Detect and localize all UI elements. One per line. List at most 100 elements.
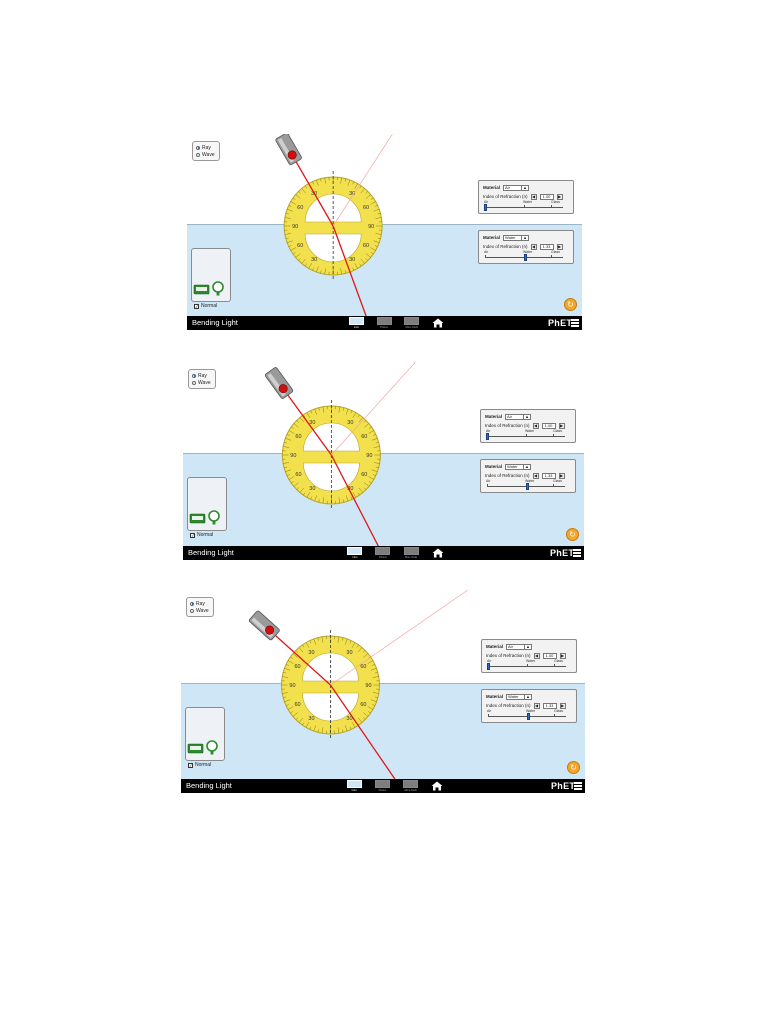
screen-label: Intro (352, 555, 358, 559)
checkbox-icon[interactable]: ✓ (194, 303, 199, 309)
material-dropdown[interactable]: Air ▲ (506, 643, 533, 650)
intensity-meter-icon[interactable] (193, 280, 231, 296)
reset-icon[interactable]: ↻ (567, 761, 580, 774)
wave-option[interactable]: Wave (192, 379, 212, 386)
material-value: Water (508, 694, 519, 699)
home-icon[interactable] (432, 548, 444, 558)
normal-checkbox[interactable]: ✓ Normal (194, 303, 217, 309)
slider-label-air: Air (484, 250, 489, 254)
decrement-button[interactable]: ◀ (530, 243, 537, 250)
ray-option[interactable]: Ray (192, 372, 212, 379)
slider-label-water: Water (526, 659, 536, 663)
wave-option[interactable]: Wave (190, 607, 210, 614)
screen-intro-button[interactable]: Intro (346, 780, 362, 792)
decrement-button[interactable]: ◀ (532, 422, 539, 429)
screen-label: More Tools (405, 325, 418, 329)
protractor-label: 60 (295, 434, 301, 440)
decrement-button[interactable]: ◀ (533, 702, 540, 709)
index-slider-thumb[interactable] (486, 433, 489, 440)
material-dropdown[interactable]: Water ▲ (506, 693, 533, 700)
increment-button[interactable]: ▶ (556, 193, 563, 200)
phet-logo[interactable]: PhET (550, 548, 574, 558)
material-dropdown[interactable]: Water ▲ (505, 463, 532, 470)
material-dropdown[interactable]: Water ▲ (503, 234, 530, 241)
intensity-meter-icon[interactable] (189, 509, 227, 525)
index-slider-thumb[interactable] (524, 254, 527, 261)
navigation-bar: Bending Light Intro Prisms More Tools Ph… (183, 546, 584, 560)
app-title: Bending Light (188, 548, 234, 557)
mode-selector: Ray Wave (186, 597, 214, 617)
normal-checkbox[interactable]: ✓ Normal (190, 532, 213, 538)
menu-icon[interactable] (571, 319, 579, 327)
decrement-button[interactable]: ◀ (530, 193, 537, 200)
index-slider-thumb[interactable] (487, 663, 490, 670)
ray-label: Ray (198, 372, 207, 379)
app-title: Bending Light (186, 781, 232, 790)
decrement-button[interactable]: ◀ (533, 652, 540, 659)
wave-label: Wave (198, 379, 211, 386)
index-slider-thumb[interactable] (527, 713, 530, 720)
toolbox (185, 707, 225, 761)
protractor-label: 30 (347, 420, 353, 426)
home-icon[interactable] (431, 781, 443, 791)
protractor-label: 60 (363, 205, 369, 211)
ray-option[interactable]: Ray (190, 600, 210, 607)
screen-prisms-button[interactable]: Prisms (376, 317, 392, 329)
decrement-button[interactable]: ◀ (532, 472, 539, 479)
increment-button[interactable]: ▶ (556, 243, 563, 250)
menu-icon[interactable] (573, 549, 581, 557)
checkbox-icon[interactable]: ✓ (188, 762, 193, 768)
intensity-meter-icon[interactable] (187, 739, 225, 755)
material-label: Material (486, 694, 504, 699)
top-medium-control: Material Air ▲ Index of Refraction (n) ◀… (478, 180, 574, 214)
screen-intro-button[interactable]: Intro (347, 547, 363, 559)
slider-tick (554, 664, 555, 667)
screen-prisms-button[interactable]: Prisms (374, 780, 390, 792)
normal-checkbox[interactable]: ✓ Normal (188, 762, 211, 768)
ray-option[interactable]: Ray (196, 144, 216, 151)
screen-thumbnail (375, 547, 391, 555)
checkbox-icon[interactable]: ✓ (190, 532, 195, 538)
laser-pointer-icon[interactable] (264, 367, 294, 399)
screen-more-tools-button[interactable]: More Tools (403, 780, 419, 792)
increment-button[interactable]: ▶ (558, 472, 565, 479)
slider-tick (485, 255, 486, 258)
toolbox (191, 248, 231, 302)
laser-pointer-icon[interactable] (248, 610, 281, 641)
material-label: Material (485, 414, 503, 419)
screen-more-tools-button[interactable]: More Tools (403, 547, 419, 559)
reset-icon[interactable]: ↻ (566, 528, 579, 541)
reset-icon[interactable]: ↻ (564, 298, 577, 311)
material-dropdown[interactable]: Air ▲ (503, 184, 530, 191)
radio-icon[interactable] (190, 601, 194, 606)
navigation-bar: Bending Light Intro Prisms More Tools Ph… (181, 779, 585, 793)
increment-button[interactable]: ▶ (559, 652, 566, 659)
increment-button[interactable]: ▶ (559, 702, 566, 709)
index-slider-thumb[interactable] (526, 483, 529, 490)
material-value: Air (508, 644, 513, 649)
wave-option[interactable]: Wave (196, 151, 216, 158)
sim-panel-2: 30 30 60 60 90 90 60 60 30 30 Ray Wave Material A… (183, 362, 584, 560)
caret-icon: ▲ (521, 185, 528, 190)
radio-icon[interactable] (192, 380, 196, 385)
protractor-label: 90 (289, 683, 295, 689)
index-slider-thumb[interactable] (484, 204, 487, 211)
radio-icon[interactable] (196, 152, 200, 157)
radio-icon[interactable] (192, 373, 196, 378)
screen-more-tools-button[interactable]: More Tools (404, 317, 420, 329)
radio-icon[interactable] (190, 608, 194, 613)
screen-prisms-button[interactable]: Prisms (375, 547, 391, 559)
laser-pointer-icon[interactable] (275, 134, 302, 166)
screen-intro-button[interactable]: Intro (348, 317, 364, 329)
screen-label: Intro (351, 788, 357, 792)
screen-thumbnail (348, 317, 364, 325)
phet-logo[interactable]: PhET (551, 781, 575, 791)
increment-button[interactable]: ▶ (558, 422, 565, 429)
home-icon[interactable] (432, 318, 444, 328)
material-dropdown[interactable]: Air ▲ (505, 413, 532, 420)
bottom-medium-control: Material Water ▲ Index of Refraction (n)… (478, 230, 574, 264)
phet-logo[interactable]: PhET (548, 318, 572, 328)
screen-thumbnail (404, 317, 420, 325)
menu-icon[interactable] (574, 782, 582, 790)
radio-icon[interactable] (196, 145, 200, 150)
